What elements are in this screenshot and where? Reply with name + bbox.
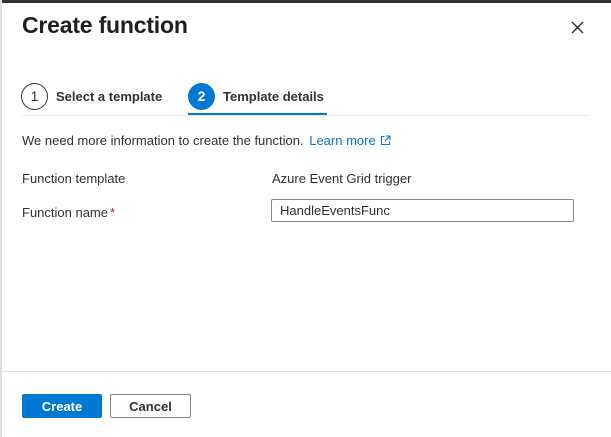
info-message: We need more information to create the f… [22,133,391,148]
external-link-icon[interactable] [380,135,391,146]
required-marker: * [110,205,116,220]
step-number-2: 2 [188,82,215,110]
footer-divider [0,371,611,372]
dialog-title: Create function [22,12,188,38]
function-template-label: Function template [22,171,126,186]
active-step-underline [188,113,327,115]
function-name-input[interactable] [271,199,574,222]
function-template-value: Azure Event Grid trigger [272,171,412,186]
info-text: We need more information to create the f… [22,133,304,148]
step-number-1: 1 [21,82,48,110]
function-name-label-group: Function name * [22,205,115,220]
tabs-divider [22,115,589,116]
function-name-label: Function name [22,205,108,220]
learn-more-link[interactable]: Learn more [309,133,375,148]
top-border [0,0,611,3]
create-button[interactable]: Create [22,394,102,418]
close-icon [571,21,584,34]
step-template-details[interactable]: 2 Template details [188,82,324,110]
step-label-select-template: Select a template [56,88,163,104]
cancel-button[interactable]: Cancel [110,394,191,418]
step-label-template-details: Template details [223,88,324,104]
step-select-template[interactable]: 1 Select a template [21,82,162,110]
close-button[interactable] [566,16,588,38]
